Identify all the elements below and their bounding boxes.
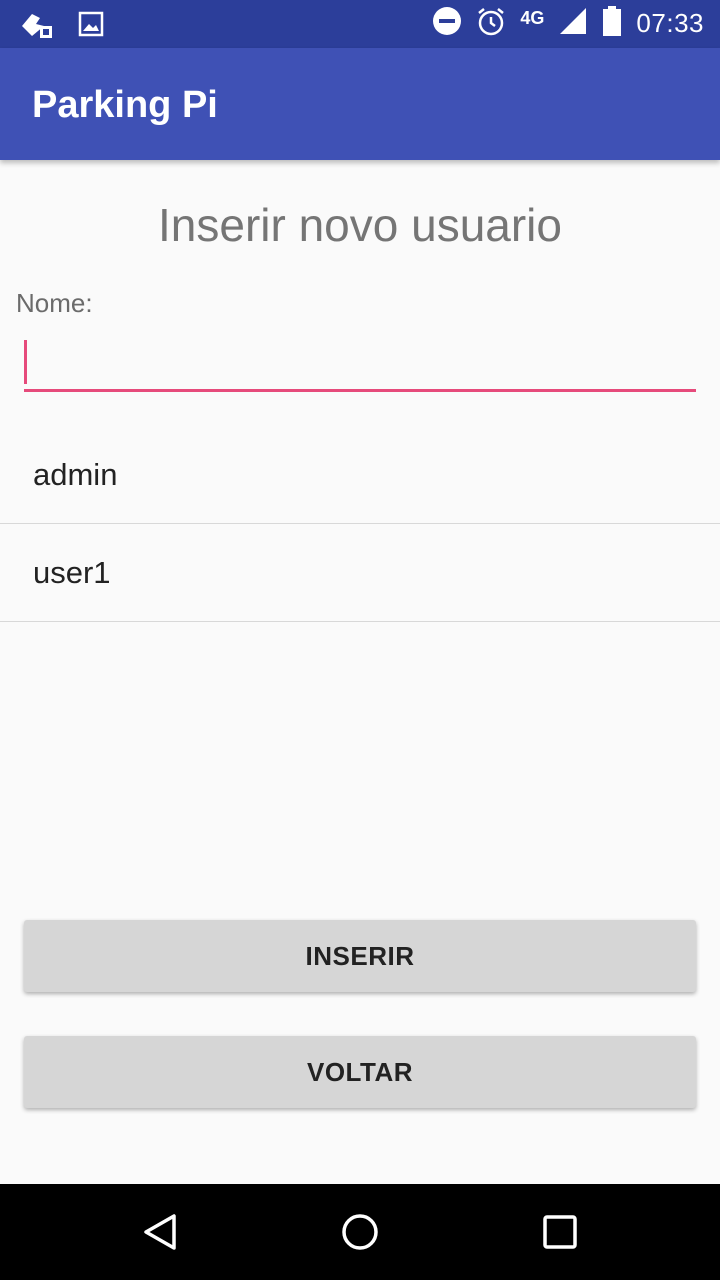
clock: 07:33 (636, 8, 704, 38)
signal-icon (558, 6, 588, 41)
notification-icon (18, 8, 54, 45)
text-cursor (24, 340, 27, 384)
back-button[interactable]: VOLTAR (24, 1036, 696, 1108)
nav-recent-apps-icon[interactable] (540, 1212, 580, 1252)
name-label: Nome: (16, 288, 93, 318)
page-heading: Inserir novo usuario (158, 199, 562, 251)
navigation-bar (0, 1184, 720, 1280)
status-bar: 4G 07:33 (0, 0, 720, 48)
insert-button[interactable]: INSERIR (24, 920, 696, 992)
app-title: Parking Pi (32, 84, 218, 126)
name-input[interactable] (24, 336, 696, 392)
alarm-icon (476, 6, 506, 41)
list-item[interactable]: admin (0, 426, 720, 524)
nav-back-icon[interactable] (140, 1212, 180, 1252)
list-item[interactable]: user1 (0, 524, 720, 622)
nav-home-icon[interactable] (340, 1212, 380, 1252)
do-not-disturb-icon (432, 6, 462, 41)
image-icon (78, 11, 104, 42)
network-type: 4G (520, 8, 545, 28)
app-bar: Parking Pi (0, 48, 720, 160)
user-list: admin user1 (0, 426, 720, 622)
battery-icon (602, 6, 622, 41)
